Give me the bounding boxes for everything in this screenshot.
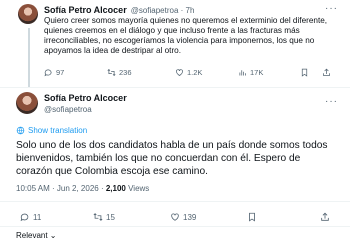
avatar[interactable]: [16, 92, 38, 114]
tweet-text: Quiero creer somos mayoría quienes no qu…: [44, 16, 328, 55]
share-icon: [321, 212, 329, 221]
reply-count: 97: [56, 68, 65, 77]
retweet-count: 236: [119, 68, 132, 77]
share-icon: [323, 68, 330, 76]
share-button[interactable]: [320, 212, 330, 222]
reply-icon: [20, 213, 29, 222]
globe-icon: [16, 126, 25, 135]
show-translation-link[interactable]: Show translation: [16, 126, 87, 135]
tweet-header: Sofía Petro Alcocer @sofiapetroa · 7h: [44, 5, 194, 15]
show-translation-label[interactable]: Show translation: [28, 126, 87, 135]
bookmark-button[interactable]: [300, 68, 309, 77]
avatar[interactable]: [18, 4, 38, 24]
divider: [0, 226, 350, 227]
thread-line: [28, 28, 30, 88]
bookmark-button[interactable]: [247, 212, 257, 222]
heart-icon: [176, 69, 183, 76]
author-handle-time[interactable]: @sofiapetroa · 7h: [131, 6, 195, 15]
more-options-icon[interactable]: ···: [325, 3, 338, 14]
like-button[interactable]: 139: [170, 212, 196, 222]
like-button[interactable]: 1.2K: [175, 68, 202, 77]
reply-button[interactable]: 97: [44, 68, 64, 77]
retweet-button[interactable]: 15: [93, 212, 115, 222]
like-count: 139: [183, 212, 197, 222]
sort-replies-dropdown[interactable]: Relevant ⌄: [16, 231, 57, 240]
reply-count: 11: [33, 212, 42, 222]
bookmark-icon: [301, 68, 308, 77]
more-options-icon[interactable]: ···: [325, 96, 338, 107]
views-label: Views: [125, 184, 150, 193]
tweet-text: Solo uno de los dos candidatos habla de …: [16, 140, 328, 177]
author-name[interactable]: Sofía Petro Alcocer: [44, 93, 127, 103]
author-handle[interactable]: @sofiapetroa: [44, 105, 92, 114]
retweet-count: 15: [106, 212, 115, 222]
parent-tweet[interactable]: Sofía Petro Alcocer @sofiapetroa · 7h ··…: [0, 0, 350, 88]
divider: [0, 201, 350, 202]
analytics-icon: [239, 70, 246, 76]
reply-icon: [44, 69, 52, 77]
timestamp[interactable]: 10:05 AM · Jun 2, 2026 ·: [16, 184, 106, 193]
author-name[interactable]: Sofía Petro Alcocer: [44, 5, 127, 15]
bookmark-icon: [249, 212, 255, 222]
views-count: 2,100: [105, 184, 126, 193]
reply-button[interactable]: 11: [20, 212, 41, 222]
divider: [0, 87, 350, 88]
tweet-meta: 10:05 AM · Jun 2, 2026 · 2,100 Views: [16, 184, 149, 193]
retweet-icon: [107, 68, 116, 77]
share-button[interactable]: [322, 68, 331, 77]
retweet-button[interactable]: 236: [107, 68, 132, 77]
retweet-icon: [93, 213, 103, 221]
heart-icon: [171, 213, 179, 221]
focused-tweet: Sofía Petro Alcocer @sofiapetroa ··· Sho…: [0, 88, 350, 240]
views-count: 17K: [250, 68, 264, 77]
views-button[interactable]: 17K: [238, 68, 263, 77]
like-count: 1.2K: [187, 68, 203, 77]
